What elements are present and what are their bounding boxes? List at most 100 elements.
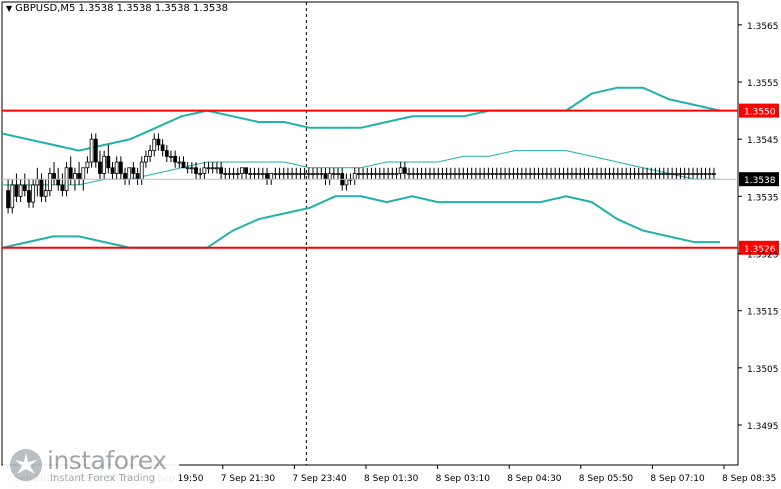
candle	[578, 167, 583, 180]
candle-body	[319, 173, 324, 175]
y-tick-label: 1.3545	[747, 136, 779, 146]
candle	[432, 167, 436, 180]
candle	[210, 162, 215, 174]
y-tick-label: 1.3495	[747, 422, 779, 432]
candle-body	[394, 173, 399, 175]
candle	[185, 162, 190, 174]
candle-body	[248, 173, 253, 175]
candle-body	[252, 173, 257, 175]
candle-body	[77, 173, 81, 180]
candle-body	[352, 173, 357, 180]
candle-body	[590, 173, 595, 175]
candle-body	[256, 173, 261, 175]
candle-body	[198, 173, 203, 175]
candle-body	[14, 184, 19, 197]
candle	[160, 139, 165, 157]
candle-body	[39, 178, 44, 197]
x-tick-label: 8 Sep 04:30	[507, 474, 562, 484]
candle-body	[465, 173, 470, 175]
candle	[653, 167, 658, 180]
candle-body	[160, 144, 165, 152]
collapse-triangle-icon[interactable]: ▼	[6, 4, 12, 13]
x-tick-label: 8 Sep 08:35	[722, 474, 776, 484]
candle	[453, 167, 457, 180]
candle	[302, 167, 307, 180]
candle-body	[357, 173, 361, 175]
candle-body	[666, 173, 670, 175]
candle-body	[507, 173, 512, 175]
watermark-tagline: Instant Forex Trading	[50, 473, 156, 484]
candle	[286, 167, 290, 180]
band-upper	[1, 86, 721, 152]
candle-body	[628, 173, 633, 175]
price-axis[interactable]: 1.3565 1.3555 1.3545 1.3535 1.3525 1.3515 1.35…	[738, 22, 779, 432]
candle	[260, 167, 265, 180]
candle	[503, 167, 507, 180]
candle	[22, 173, 27, 197]
x-tick-label: 8 Sep 05:50	[579, 474, 634, 484]
candle-body	[173, 155, 178, 163]
candle	[377, 167, 382, 180]
candle-body	[260, 173, 265, 175]
candle	[177, 156, 182, 168]
candle-body	[43, 190, 48, 197]
candle	[231, 167, 236, 180]
candle	[490, 167, 495, 180]
candle-body	[361, 173, 365, 175]
candle-body	[712, 173, 716, 175]
candle	[670, 167, 675, 180]
candle	[628, 167, 633, 180]
candle-body	[653, 173, 658, 175]
candle-body	[298, 173, 303, 175]
candle-body	[699, 173, 704, 175]
candle-body	[215, 167, 219, 170]
candle	[52, 162, 56, 185]
candle-body	[515, 173, 520, 175]
candle-body	[632, 173, 637, 175]
candle-body	[649, 173, 654, 175]
candle	[189, 162, 194, 174]
candle	[473, 167, 478, 180]
candle-body	[544, 173, 549, 175]
candle	[624, 167, 629, 180]
candle	[402, 162, 407, 180]
candle-body	[202, 167, 207, 174]
candle-body	[302, 173, 307, 175]
candle-body	[273, 173, 278, 175]
candle	[281, 167, 286, 180]
candle	[198, 167, 203, 180]
candle-body	[148, 150, 152, 157]
candle	[244, 167, 249, 180]
candle-body	[423, 173, 428, 175]
candle	[223, 167, 228, 180]
candle	[110, 162, 115, 180]
candle	[544, 167, 549, 180]
candle	[528, 167, 533, 180]
candle-body	[603, 173, 608, 175]
candle	[390, 167, 395, 180]
candle	[607, 167, 612, 180]
candle-body	[144, 155, 148, 163]
candle	[411, 167, 416, 180]
band-lower	[1, 195, 720, 249]
candle-body	[444, 173, 449, 175]
candle-body	[181, 161, 186, 169]
x-tick-label: 7 Sep 21:30	[221, 474, 276, 484]
candle	[703, 167, 708, 180]
candle	[699, 167, 704, 180]
candle	[565, 167, 570, 180]
y-tick-label: 1.3515	[747, 308, 779, 318]
candle	[227, 167, 232, 180]
candle-body	[707, 173, 712, 175]
candle	[290, 167, 294, 180]
x-tick-label: 7 Sep 23:40	[292, 474, 347, 484]
candle-body	[18, 184, 23, 197]
candle	[6, 179, 10, 214]
candle-body	[641, 173, 645, 175]
candle	[478, 167, 482, 180]
candle-body	[265, 173, 269, 180]
candle-body	[206, 167, 211, 170]
candle	[423, 167, 428, 180]
candle	[553, 167, 558, 180]
price-chart[interactable]: 1.35501.35261.3538 1.35651.35551.35451.3…	[0, 0, 781, 489]
